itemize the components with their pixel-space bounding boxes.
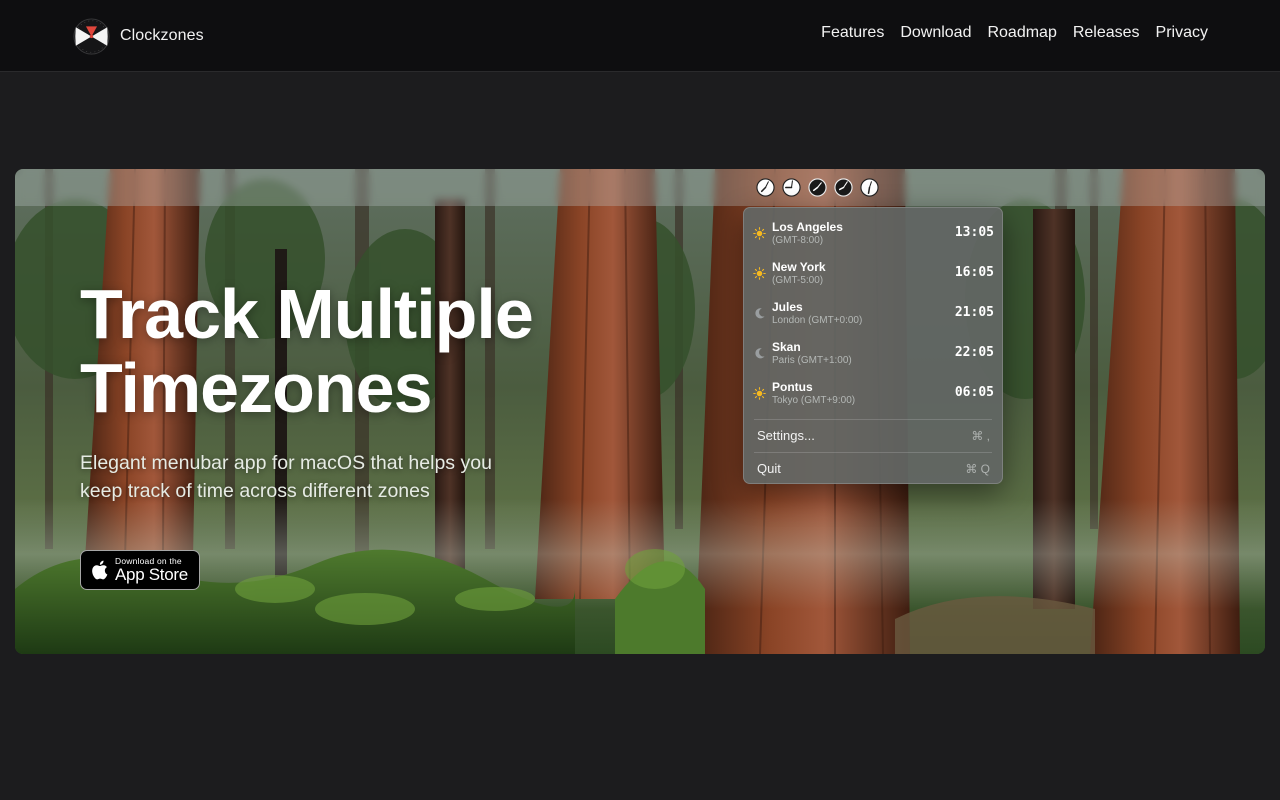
timezone-row[interactable]: Jules London (GMT+0:00) 21:05: [744, 298, 1002, 338]
timezone-row[interactable]: Los Angeles (GMT-8:00) 13:05: [744, 218, 1002, 258]
timezone-time: 21:05: [954, 305, 994, 320]
moon-icon: [755, 308, 765, 319]
timezone-time: 13:05: [954, 225, 994, 240]
timezone-row[interactable]: Skan Paris (GMT+1:00) 22:05: [744, 338, 1002, 378]
site-header: Clockzones Features Download Roadmap Rel…: [0, 0, 1280, 72]
apple-icon: [92, 560, 108, 580]
clock-icon[interactable]: [756, 178, 775, 197]
timezone-offset: London (GMT+0:00): [772, 315, 863, 326]
moon-icon: [755, 348, 765, 359]
menu-divider: [754, 419, 992, 420]
app-store-badge-button[interactable]: Download on the App Store: [80, 550, 200, 590]
timezone-name: Pontus: [772, 380, 813, 394]
sun-icon: [753, 267, 766, 280]
hero-title: Track Multiple Timezones: [80, 275, 534, 427]
settings-label: Settings...: [757, 428, 815, 443]
main-nav: Features Download Roadmap Releases Priva…: [821, 24, 1208, 42]
badge-large-text: App Store: [115, 565, 188, 585]
quit-shortcut: ⌘ Q: [965, 462, 990, 476]
clock-icon[interactable]: [834, 178, 853, 197]
clock-icon[interactable]: [860, 178, 879, 197]
timezone-offset: (GMT-5:00): [772, 275, 824, 286]
timezone-time: 06:05: [954, 385, 994, 400]
sun-icon: [753, 227, 766, 240]
timezone-dropdown-menu: Los Angeles (GMT-8:00) 13:05 New York (G…: [743, 207, 1003, 484]
quit-menu-item[interactable]: Quit ⌘ Q: [744, 456, 1002, 482]
timezone-offset: (GMT-8:00): [772, 235, 824, 246]
timezone-row[interactable]: New York (GMT-5:00) 16:05: [744, 258, 1002, 298]
clock-icon[interactable]: [808, 178, 827, 197]
timezone-time: 22:05: [954, 345, 994, 360]
timezone-offset: Paris (GMT+1:00): [772, 355, 852, 366]
timezone-time: 16:05: [954, 265, 994, 280]
nav-link-roadmap[interactable]: Roadmap: [987, 24, 1056, 42]
menubar-clock-icons: [756, 178, 879, 197]
macos-menubar-strip: [15, 169, 1265, 206]
menu-divider: [754, 452, 992, 453]
nav-link-download[interactable]: Download: [900, 24, 971, 42]
nav-link-releases[interactable]: Releases: [1073, 24, 1140, 42]
clock-icon[interactable]: [782, 178, 801, 197]
nav-link-privacy[interactable]: Privacy: [1156, 24, 1208, 42]
timezone-row[interactable]: Pontus Tokyo (GMT+9:00) 06:05: [744, 378, 1002, 418]
brand-link[interactable]: Clockzones: [73, 17, 204, 55]
settings-menu-item[interactable]: Settings... ⌘ ,: [744, 423, 1002, 449]
hero-subtitle: Elegant menubar app for macOS that helps…: [80, 452, 492, 502]
badge-small-text: Download on the: [115, 555, 182, 566]
settings-shortcut: ⌘ ,: [971, 429, 990, 443]
hero-section: Track Multiple Timezones Elegant menubar…: [15, 169, 1265, 654]
brand-name: Clockzones: [120, 27, 204, 44]
nav-link-features[interactable]: Features: [821, 24, 884, 42]
timezone-offset: Tokyo (GMT+9:00): [772, 395, 856, 406]
quit-label: Quit: [757, 461, 781, 476]
timezone-name: New York: [772, 260, 826, 274]
timezone-name: Los Angeles: [772, 220, 843, 234]
timezone-name: Jules: [772, 300, 803, 314]
sun-icon: [753, 387, 766, 400]
clockzones-logo-icon: [73, 17, 110, 55]
timezone-list: Los Angeles (GMT-8:00) 13:05 New York (G…: [744, 218, 1002, 418]
timezone-name: Skan: [772, 340, 801, 354]
